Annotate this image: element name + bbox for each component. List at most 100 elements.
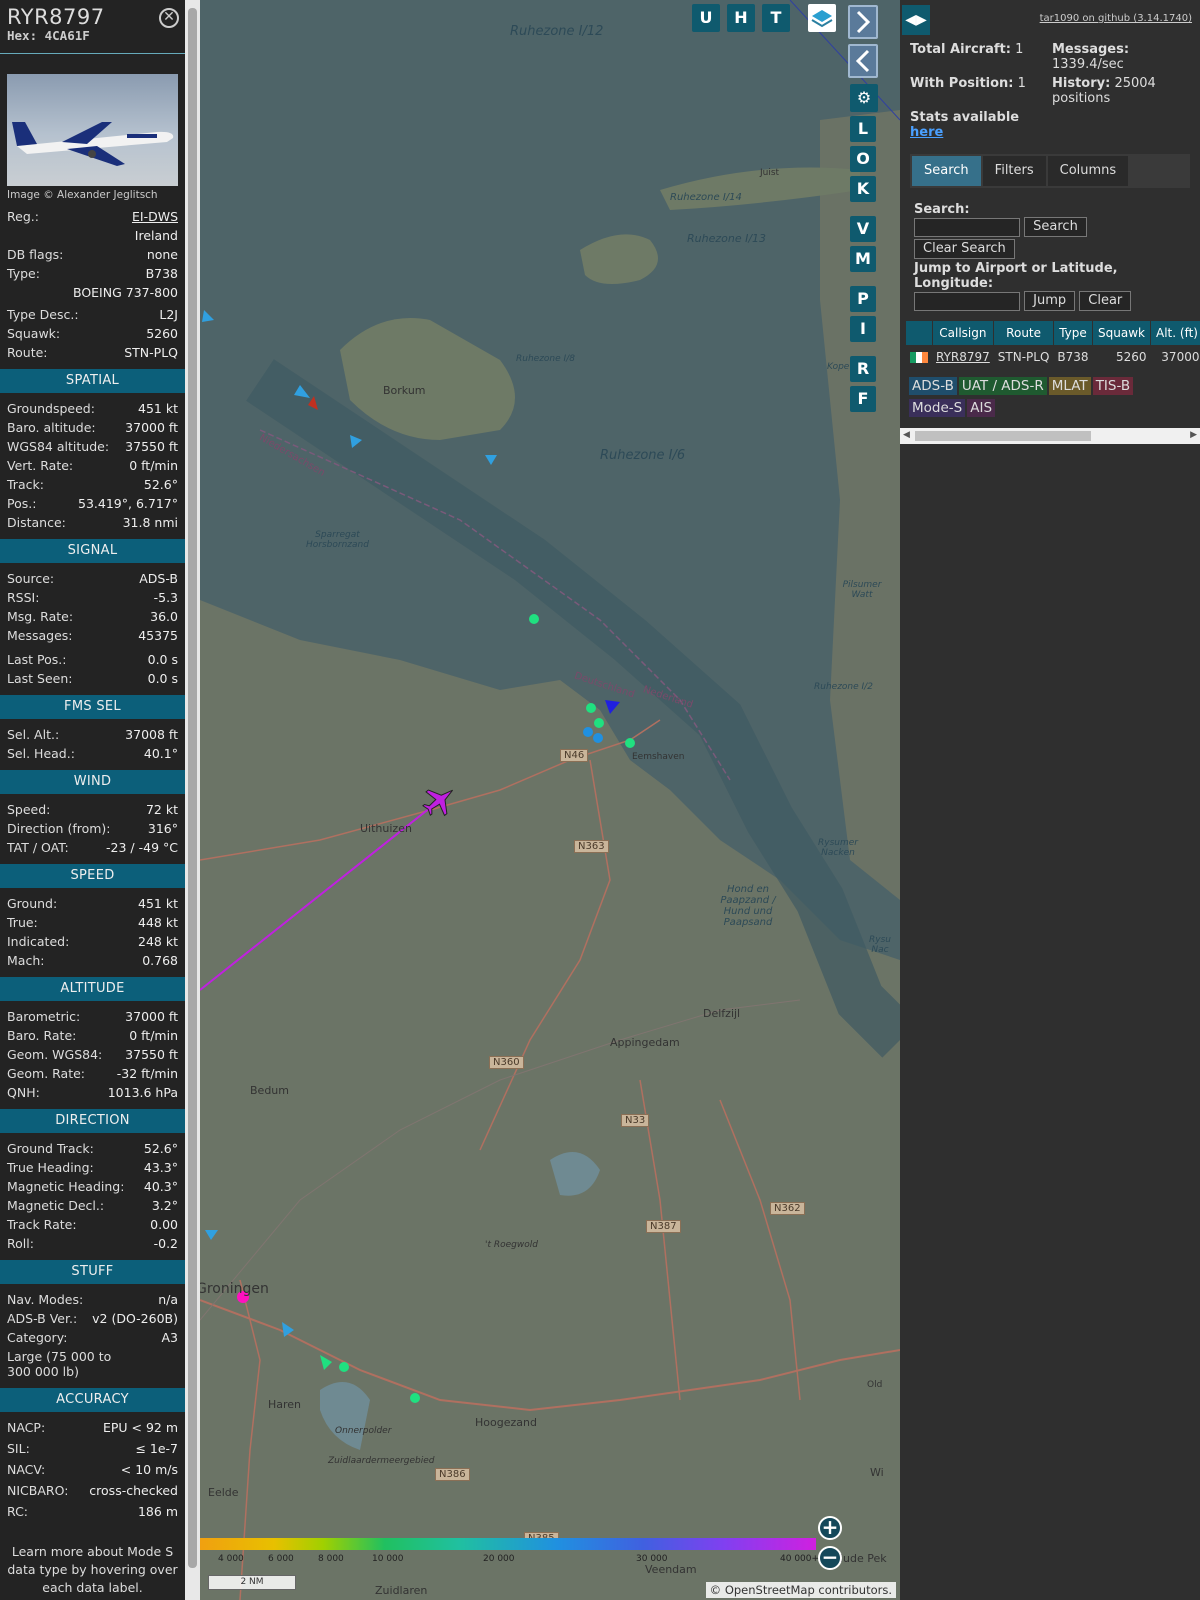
layers-icon[interactable]	[808, 4, 836, 32]
altitude-scale-label: 6 000	[268, 1554, 294, 1564]
info-row: Track: 52.6°	[0, 475, 185, 494]
jump-input[interactable]	[914, 291, 1020, 311]
info-row-label: QNH:	[7, 1085, 40, 1100]
source-legend: ADS-B UAT / ADS-R MLAT TIS-B Mode-S AIS	[900, 369, 1200, 425]
map-button-t[interactable]: T	[762, 4, 790, 32]
info-row: Pos.: 53.419°, 6.717°	[0, 494, 185, 513]
info-row-value: 53.419°, 6.717°	[78, 496, 178, 511]
settings-gear-icon[interactable]: ⚙	[850, 84, 878, 112]
stats-here-link[interactable]: here	[910, 125, 943, 140]
info-row-label: Sel. Alt.:	[7, 727, 60, 742]
road-tag-n387: N387	[646, 1220, 681, 1233]
map-label-veendam: Veendam	[645, 1563, 697, 1576]
table-header-callsign[interactable]: Callsign	[932, 321, 995, 345]
info-row: Category: A3	[0, 1328, 185, 1347]
info-row-value: 3.2°	[151, 1198, 178, 1213]
tab-filters[interactable]: Filters	[982, 156, 1046, 186]
map-label-old: Old	[867, 1380, 883, 1390]
search-label: Search:	[914, 202, 970, 217]
github-link[interactable]: tar1090 on github (3.14.1740)	[1040, 13, 1192, 24]
row-callsign[interactable]: RYR8797	[932, 345, 994, 369]
chevron-right-icon[interactable]	[848, 5, 878, 39]
info-row-value: n/a	[158, 1292, 178, 1307]
learn-more-text: Learn more about Mode S data type by hov…	[7, 1544, 178, 1595]
map-scale-bar: 2 NM	[208, 1575, 296, 1590]
map-button-u[interactable]: U	[692, 4, 720, 32]
table-header-squawk[interactable]: Squawk	[1092, 321, 1152, 345]
map-button-m[interactable]: M	[850, 246, 876, 272]
info-row-value: -32 ft/min	[116, 1066, 178, 1081]
info-row-value: STN-PLQ	[124, 345, 178, 360]
info-row: Vert. Rate: 0 ft/min	[0, 456, 185, 475]
legend-ads-b: ADS-B	[909, 377, 957, 395]
map-button-i[interactable]: I	[850, 316, 876, 342]
info-row-value: 451 kt	[138, 896, 178, 911]
table-header-alt-ft-[interactable]: Alt. (ft)	[1150, 321, 1200, 345]
jump-button[interactable]: Jump	[1024, 291, 1076, 311]
table-header-type[interactable]: Type	[1053, 321, 1094, 345]
map-button-v[interactable]: V	[850, 216, 876, 242]
table-horizontal-scrollbar[interactable]: ◀ ▶	[900, 428, 1200, 444]
map-button-l[interactable]: L	[850, 116, 876, 142]
info-row: Track Rate: 0.00	[0, 1215, 185, 1234]
section-header-altitude: ALTITUDE	[0, 977, 185, 1001]
info-row-value: Ireland	[134, 228, 178, 243]
map-button-h[interactable]: H	[727, 4, 755, 32]
info-row-label: Sel. Head.:	[7, 746, 75, 761]
map-button-f[interactable]: F	[850, 386, 876, 412]
info-scrollbar-thumb[interactable]	[188, 8, 197, 1568]
info-row-label: Large (75 000 to 300 000 lb)	[7, 1349, 112, 1379]
info-row-value: 52.6°	[143, 477, 178, 492]
jump-clear-button[interactable]: Clear	[1079, 291, 1132, 311]
stats-available-label: Stats available	[910, 110, 1020, 125]
info-row-value: ADS-B	[139, 571, 178, 586]
table-header-flag[interactable]	[906, 321, 933, 345]
tab-columns[interactable]: Columns	[1047, 156, 1129, 186]
map-label-groningen: Groningen	[200, 1281, 269, 1297]
row-squawk: 5260	[1115, 350, 1147, 364]
split-toggle-icon[interactable]: ◀▶	[902, 5, 930, 35]
road-tag-n46: N46	[560, 749, 589, 762]
section-header-spatial: SPATIAL	[0, 369, 185, 393]
map-button-k[interactable]: K	[850, 176, 876, 202]
map-button-o[interactable]: O	[850, 146, 876, 172]
info-row-label: Barometric:	[7, 1009, 81, 1024]
info-row-label: Groundspeed:	[7, 401, 95, 416]
info-row-value: L2J	[159, 307, 178, 322]
table-row[interactable]: RYR8797 STN-PLQ B738 5260 37000	[906, 345, 1200, 369]
clear-search-button[interactable]: Clear Search	[914, 239, 1015, 259]
tab-search[interactable]: Search	[912, 156, 981, 186]
map-attribution[interactable]: © OpenStreetMap contributors.	[705, 1582, 896, 1598]
table-horizontal-scrollbar-thumb[interactable]	[915, 431, 1091, 441]
info-row-label: Type:	[7, 266, 40, 281]
info-row: Reg.: EI-DWS	[0, 207, 185, 226]
scroll-left-arrow-icon[interactable]: ◀	[903, 430, 910, 440]
aircraft-photo[interactable]	[7, 74, 178, 186]
info-row-label: Pos.:	[7, 496, 37, 511]
zoom-in-button[interactable]: +	[818, 1516, 842, 1540]
info-row-label: WGS84 altitude:	[7, 439, 110, 454]
info-row-label: NACP:	[7, 1420, 46, 1435]
chevron-left-icon[interactable]	[848, 44, 878, 78]
info-row: Distance: 31.8 nmi	[0, 513, 185, 532]
scroll-right-arrow-icon[interactable]: ▶	[1190, 430, 1197, 440]
registration-link[interactable]: EI-DWS	[132, 207, 178, 226]
map-view[interactable]: Ruhezone I/12 Ruhezone I/6 Ruhezone I/14…	[200, 0, 900, 1600]
search-button[interactable]: Search	[1024, 217, 1087, 237]
info-row-label: Vert. Rate:	[7, 458, 74, 473]
table-header-row: CallsignRouteTypeSquawkAlt. (ft)S	[906, 321, 1200, 345]
search-input[interactable]	[914, 217, 1020, 237]
info-row-label: Geom. WGS84:	[7, 1047, 103, 1062]
info-scrollbar[interactable]	[185, 0, 200, 1600]
info-row: Barometric: 37000 ft	[0, 1007, 185, 1026]
map-button-r[interactable]: R	[850, 356, 876, 382]
info-row: Last Pos.: 0.0 s	[0, 650, 185, 669]
info-row: Messages: 45375	[0, 626, 185, 645]
table-header-route[interactable]: Route	[993, 321, 1054, 345]
map-label-wi: Wi	[870, 1466, 884, 1479]
info-row-label: RSSI:	[7, 590, 40, 605]
info-row-label: True Heading:	[7, 1160, 94, 1175]
map-button-p[interactable]: P	[850, 286, 876, 312]
zoom-out-button[interactable]: −	[818, 1546, 842, 1570]
close-icon[interactable]: ✕	[159, 8, 179, 28]
